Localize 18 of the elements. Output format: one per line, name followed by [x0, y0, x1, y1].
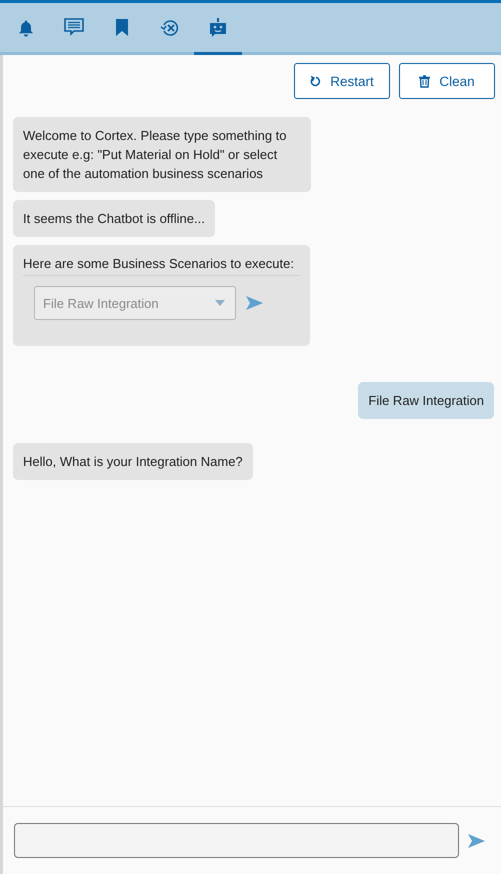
trash-icon — [419, 74, 430, 88]
chat-message: File Raw Integration — [358, 382, 494, 419]
bookmark-icon — [115, 18, 129, 37]
message-icon — [64, 18, 84, 37]
restart-button[interactable]: Restart — [294, 63, 390, 99]
clean-button[interactable]: Clean — [399, 63, 495, 99]
send-icon[interactable] — [468, 834, 485, 848]
scenario-prompt: Here are some Business Scenarios to execute: — [23, 254, 300, 276]
restart-icon — [310, 75, 322, 87]
history-cancel-icon — [160, 18, 180, 38]
chat-message: Welcome to Cortex. Please type something to execute e.g: "Put Material on Hold" or select one of the automation business scenarios — [13, 117, 311, 192]
message-input[interactable] — [14, 823, 459, 858]
robot-icon — [208, 18, 228, 38]
send-icon[interactable] — [246, 296, 263, 310]
chat-message: It seems the Chatbot is offline... — [13, 200, 215, 237]
caret-icon — [215, 300, 225, 306]
bell-icon — [17, 18, 35, 36]
chat-message: Hello, What is your Integration Name? — [13, 443, 253, 480]
